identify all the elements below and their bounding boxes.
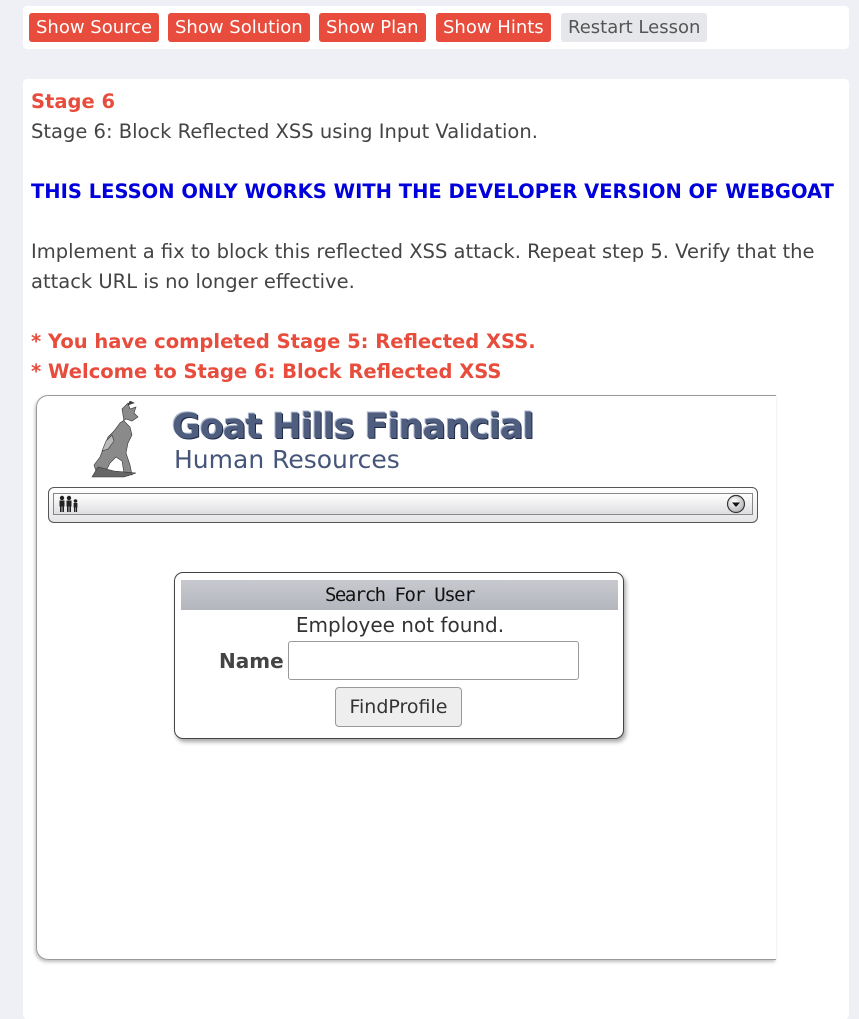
people-icon[interactable] <box>57 495 79 513</box>
search-user-panel: Search For User Employee not found. Name… <box>174 572 624 739</box>
show-source-button[interactable]: Show Source <box>29 13 160 42</box>
developer-version-warning: THIS LESSON ONLY WORKS WITH THE DEVELOPE… <box>31 180 834 203</box>
name-input[interactable] <box>288 641 579 680</box>
app-menubar <box>48 487 758 523</box>
show-solution-button[interactable]: Show Solution <box>168 13 310 42</box>
lesson-toolbar: Show Source Show Solution Show Plan Show… <box>23 6 849 49</box>
show-hints-button[interactable]: Show Hints <box>436 13 551 42</box>
company-logo-subtitle: Human Resources <box>174 445 400 474</box>
name-label: Name <box>219 649 284 673</box>
goat-hills-app: Goat Hills Financial Human Resources Sea… <box>36 395 776 965</box>
welcome-stage-message: * Welcome to Stage 6: Block Reflected XS… <box>31 360 502 383</box>
show-plan-button[interactable]: Show Plan <box>319 13 426 42</box>
completed-stage-message: * You have completed Stage 5: Reflected … <box>31 330 536 353</box>
instruction-line-2: attack URL is no longer effective. <box>31 270 355 293</box>
goat-logo-icon <box>91 401 139 478</box>
company-logo-title: Goat Hills Financial <box>172 407 534 447</box>
chevron-down-icon[interactable] <box>726 494 746 514</box>
restart-lesson-button[interactable]: Restart Lesson <box>561 13 708 42</box>
instruction-line-1: Implement a fix to block this reflected … <box>31 240 815 263</box>
find-profile-button[interactable]: FindProfile <box>335 687 462 727</box>
stage-title: Stage 6 <box>31 90 116 113</box>
search-status-message: Employee not found. <box>295 613 505 637</box>
stage-description: Stage 6: Block Reflected XSS using Input… <box>31 120 538 143</box>
menubar-inner <box>53 493 753 515</box>
search-panel-header: Search For User <box>181 580 618 610</box>
